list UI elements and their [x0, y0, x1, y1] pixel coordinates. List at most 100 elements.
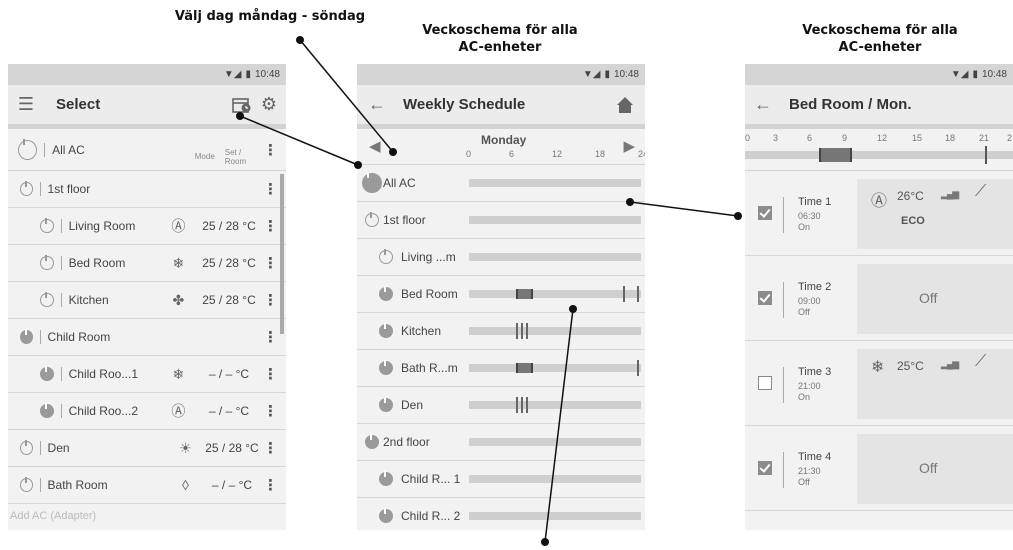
time-label: Time 2 — [798, 281, 832, 293]
schedule-row[interactable]: Bath R...m — [357, 350, 645, 387]
status-bar: ▼◢ ▮ 10:48 — [8, 64, 286, 85]
time-value: 06:30 — [798, 211, 821, 221]
day-selector: ◀ Monday ▶ 0 6 12 18 24 — [357, 129, 645, 165]
schedule-bar[interactable] — [469, 360, 641, 376]
power-icon[interactable] — [365, 212, 379, 227]
next-day-button[interactable]: ▶ — [623, 137, 635, 155]
list-item[interactable]: Child Roo...2 Ⓐ – / – °C ⋮ — [8, 393, 286, 430]
scrollbar[interactable] — [280, 174, 284, 334]
power-icon[interactable] — [20, 329, 33, 344]
calendar-icon[interactable] — [232, 96, 252, 114]
schedule-bar[interactable] — [469, 323, 641, 339]
power-icon[interactable] — [18, 138, 38, 160]
power-icon[interactable] — [365, 434, 379, 449]
list-item[interactable]: Bath Room ◊ – / – °C ⋮ — [8, 467, 286, 504]
schedule-bar[interactable] — [469, 512, 641, 520]
time-checkbox[interactable] — [758, 291, 772, 305]
mode-icon: ◊ — [181, 477, 189, 493]
back-arrow-icon[interactable]: ← — [745, 94, 781, 115]
schedule-row[interactable]: 2nd floor — [357, 424, 645, 461]
time-row[interactable]: Time 4 21:30 Off Off — [745, 426, 1013, 511]
schedule-bar[interactable] — [469, 253, 641, 261]
list-item[interactable]: 1st floor ⋮ — [8, 171, 286, 208]
time-checkbox[interactable] — [758, 376, 772, 390]
more-options-icon[interactable]: ⋮ — [263, 476, 278, 494]
row-label: Bed Room — [401, 287, 458, 301]
schedule-row[interactable]: All AC — [357, 165, 645, 202]
list-item[interactable]: Bed Room ❄ 25 / 28 °C ⋮ — [8, 245, 286, 282]
hour-label: 3 — [773, 133, 779, 143]
weekly-screen: ▼◢ ▮ 10:48 ← Weekly Schedule ◀ Monday ▶ … — [357, 64, 645, 530]
power-icon[interactable] — [379, 249, 393, 264]
hour-label: 15 — [912, 133, 923, 143]
hour-label: 24 — [638, 149, 645, 159]
schedule-bar[interactable] — [469, 179, 641, 187]
schedule-row[interactable]: Bed Room — [357, 276, 645, 313]
more-options-icon[interactable]: ⋮ — [263, 402, 278, 420]
power-icon[interactable] — [20, 477, 33, 492]
more-options-icon[interactable]: ⋮ — [263, 328, 278, 346]
schedule-row[interactable]: 1st floor — [357, 202, 645, 239]
power-icon[interactable] — [379, 323, 393, 338]
power-icon[interactable] — [20, 440, 33, 455]
item-label: Living Room — [68, 219, 136, 233]
power-icon[interactable] — [379, 471, 393, 486]
schedule-bar[interactable] — [469, 286, 641, 302]
power-icon[interactable] — [40, 403, 54, 418]
time-row[interactable]: Time 3 21:00 On ❄ 25°C ▂▄▆ ⟋ — [745, 341, 1013, 426]
prev-day-button[interactable]: ◀ — [369, 137, 381, 155]
setting-card[interactable]: Off — [857, 264, 1013, 334]
add-ac-link[interactable]: Add AC (Adapter) — [8, 504, 286, 522]
menu-icon[interactable]: ☰ — [8, 94, 44, 115]
setting-card[interactable]: Off — [857, 434, 1013, 504]
power-icon[interactable] — [40, 255, 54, 270]
time-checkbox[interactable] — [758, 206, 772, 220]
list-item[interactable]: Child Room ⋮ — [8, 319, 286, 356]
gear-icon[interactable]: ⚙ — [252, 94, 286, 115]
power-icon[interactable] — [40, 366, 54, 381]
time-row[interactable]: Time 1 06:30 On Ⓐ 26°C ▂▄▆ ⟋ ECO — [745, 171, 1013, 256]
power-icon[interactable] — [362, 172, 382, 193]
schedule-row[interactable]: Kitchen — [357, 313, 645, 350]
annotation-weekly-all-b: Veckoschema för alla AC-enheter — [775, 22, 985, 56]
more-options-icon[interactable]: ⋮ — [263, 365, 278, 383]
schedule-row[interactable]: Child R... 2 — [357, 498, 645, 530]
more-options-icon[interactable]: ⋮ — [263, 217, 278, 235]
power-icon[interactable] — [40, 218, 54, 233]
set-room-value: – / – °C — [211, 478, 253, 492]
more-options-icon[interactable]: ⋮ — [263, 180, 278, 198]
power-icon[interactable] — [379, 360, 393, 375]
time-checkbox[interactable] — [758, 461, 772, 475]
more-options-icon[interactable]: ⋮ — [263, 291, 278, 309]
power-icon[interactable] — [379, 397, 393, 412]
power-icon[interactable] — [40, 292, 54, 307]
hour-label: 6 — [509, 149, 515, 159]
schedule-row[interactable]: Den — [357, 387, 645, 424]
annotation-weekly-all: Veckoschema för alla AC-enheter — [395, 22, 605, 56]
list-item[interactable]: Living Room Ⓐ 25 / 28 °C ⋮ — [8, 208, 286, 245]
home-icon[interactable] — [605, 96, 645, 114]
row-label: All AC — [383, 176, 416, 190]
time-row[interactable]: Time 2 09:00 Off Off — [745, 256, 1013, 341]
list-item[interactable]: Kitchen ✤ 25 / 28 °C ⋮ — [8, 282, 286, 319]
power-icon[interactable] — [379, 508, 393, 523]
setting-card[interactable]: ❄ 25°C ▂▄▆ ⟋ — [857, 349, 1013, 419]
schedule-bar[interactable] — [469, 216, 641, 224]
setting-card[interactable]: Ⓐ 26°C ▂▄▆ ⟋ ECO — [857, 179, 1013, 249]
more-options-icon[interactable]: ⋮ — [263, 254, 278, 272]
page-title: Weekly Schedule — [403, 96, 526, 113]
more-options-icon[interactable]: ⋮ — [263, 439, 278, 457]
time-label: Time 3 — [798, 366, 832, 378]
schedule-bar[interactable] — [469, 475, 641, 483]
power-icon[interactable] — [20, 181, 33, 196]
schedule-row[interactable]: Living ...m — [357, 239, 645, 276]
power-icon[interactable] — [379, 286, 393, 301]
more-options-icon[interactable]: ⋮ — [263, 141, 278, 159]
schedule-row[interactable]: Child R... 1 — [357, 461, 645, 498]
list-item[interactable]: Den ☀ 25 / 28 °C ⋮ — [8, 430, 286, 467]
list-item[interactable]: All AC Mode Set / Room ⋮ — [8, 129, 286, 171]
schedule-bar[interactable] — [469, 397, 641, 413]
list-item[interactable]: Child Roo...1 ❄ – / – °C ⋮ — [8, 356, 286, 393]
back-arrow-icon[interactable]: ← — [357, 94, 397, 115]
schedule-bar[interactable] — [469, 438, 641, 446]
